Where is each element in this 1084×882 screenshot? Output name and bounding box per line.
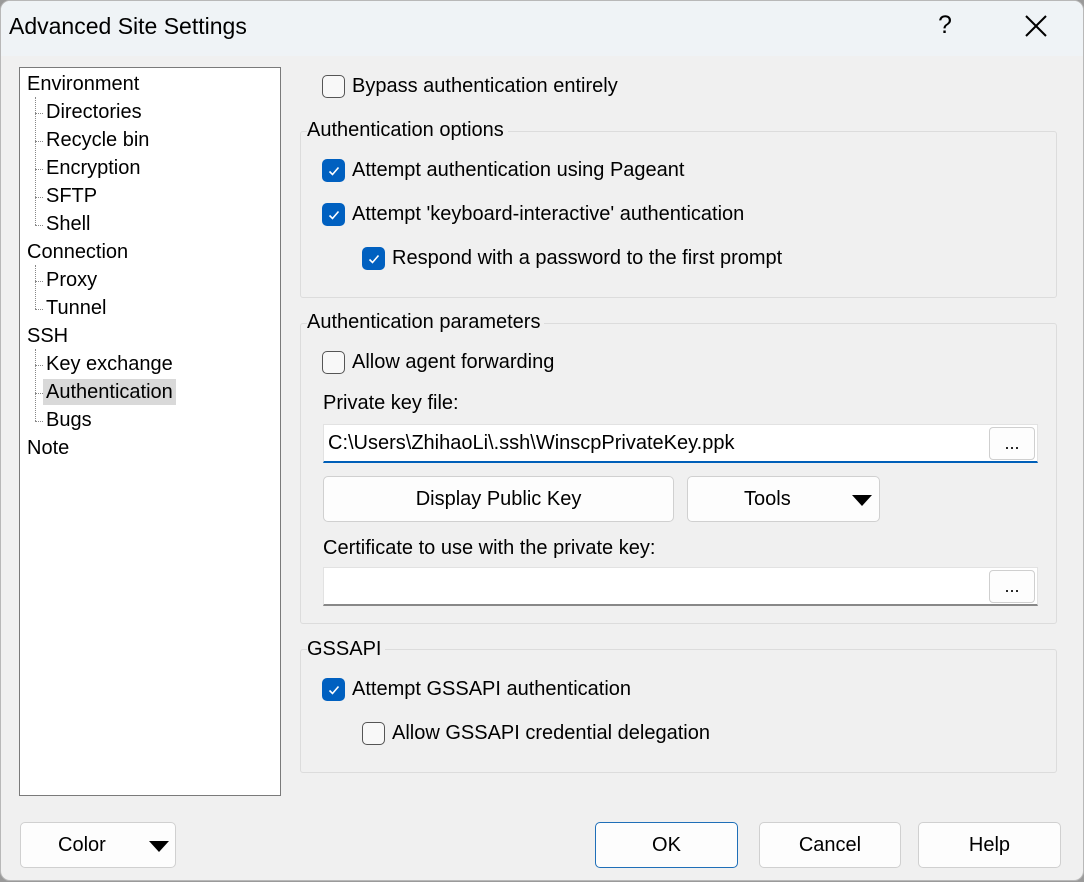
gssapi-delegation-label: Allow GSSAPI credential delegation	[392, 722, 710, 744]
tree-connector	[35, 265, 36, 309]
dropdown-arrow-icon	[149, 841, 169, 852]
auth-params-title: Authentication parameters	[307, 311, 545, 334]
tree-connector	[35, 281, 43, 282]
tree-connector	[35, 141, 43, 142]
help-label: Help	[968, 833, 1011, 856]
tree-item-note[interactable]: Note	[24, 435, 72, 461]
display-public-key-label: Display Public Key	[415, 487, 582, 510]
color-label: Color	[58, 833, 106, 856]
agent-forwarding-label: Allow agent forwarding	[352, 351, 555, 373]
tree-connector	[35, 421, 43, 422]
tree-connector	[35, 169, 43, 170]
tree-connector	[35, 225, 43, 226]
tree-item-encryption[interactable]: Encryption	[43, 155, 144, 181]
gssapi-group	[300, 649, 1057, 773]
private-key-input[interactable]	[323, 424, 1038, 463]
bypass-auth-label: Bypass authentication entirely	[352, 75, 618, 97]
checkbox-box	[322, 203, 345, 226]
close-icon	[1025, 15, 1047, 37]
tree-connector	[35, 113, 43, 114]
cancel-button[interactable]: Cancel	[759, 822, 901, 868]
tree-item-bugs[interactable]: Bugs	[43, 407, 95, 433]
keyboard-interactive-checkbox[interactable]: Attempt 'keyboard-interactive' authentic…	[322, 203, 744, 226]
tree-item-shell[interactable]: Shell	[43, 211, 93, 237]
advanced-site-settings-dialog: Advanced Site Settings ? Environment Dire…	[0, 0, 1084, 881]
tree-item-authentication[interactable]: Authentication	[43, 379, 176, 405]
tree-item-connection[interactable]: Connection	[24, 239, 131, 265]
help-button[interactable]: Help	[918, 822, 1061, 868]
tree-connector	[35, 197, 43, 198]
color-dropdown-button[interactable]: Color	[20, 822, 176, 868]
checkmark-icon	[328, 166, 339, 176]
close-button[interactable]	[1019, 12, 1053, 42]
agent-forwarding-checkbox[interactable]: Allow agent forwarding	[322, 351, 554, 374]
tree-item-proxy[interactable]: Proxy	[43, 267, 100, 293]
checkbox-box	[322, 351, 345, 374]
checkbox-box	[362, 247, 385, 270]
certificate-browse-button[interactable]: ...	[989, 570, 1035, 603]
checkbox-box	[322, 75, 345, 98]
certificate-label: Certificate to use with the private key:	[323, 537, 656, 559]
cancel-label: Cancel	[798, 833, 862, 856]
ok-label: OK	[652, 833, 681, 856]
title-bar: Advanced Site Settings ?	[1, 1, 1083, 56]
tree-connector	[35, 365, 43, 366]
gssapi-attempt-label: Attempt GSSAPI authentication	[352, 678, 632, 700]
certificate-input[interactable]	[323, 567, 1038, 606]
auth-options-title: Authentication options	[307, 119, 508, 142]
tree-connector	[35, 349, 36, 421]
tree-connector	[35, 393, 43, 394]
checkmark-icon	[368, 254, 379, 264]
window-title: Advanced Site Settings	[9, 13, 247, 39]
keyboard-interactive-label: Attempt 'keyboard-interactive' authentic…	[352, 203, 745, 225]
tree-item-environment[interactable]: Environment	[24, 71, 142, 97]
tree-connector	[35, 309, 43, 310]
tree-item-ssh[interactable]: SSH	[24, 323, 71, 349]
gssapi-title: GSSAPI	[307, 638, 386, 661]
checkbox-box	[322, 678, 345, 701]
pageant-checkbox[interactable]: Attempt authentication using Pageant	[322, 159, 684, 182]
checkbox-box	[362, 722, 385, 745]
tools-dropdown-button[interactable]: Tools	[687, 476, 880, 522]
tree-item-recycle-bin[interactable]: Recycle bin	[43, 127, 152, 153]
ok-button[interactable]: OK	[595, 822, 738, 868]
checkmark-icon	[328, 685, 339, 695]
dropdown-arrow-icon	[852, 495, 872, 506]
display-public-key-button[interactable]: Display Public Key	[323, 476, 674, 522]
settings-tree[interactable]: Environment Directories Recycle bin Encrypt…	[19, 67, 281, 796]
checkbox-box	[322, 159, 345, 182]
respond-password-checkbox[interactable]: Respond with a password to the first pro…	[362, 247, 782, 270]
tree-item-key-exchange[interactable]: Key exchange	[43, 351, 176, 377]
checkmark-icon	[328, 210, 339, 220]
gssapi-delegation-checkbox[interactable]: Allow GSSAPI credential delegation	[362, 722, 710, 745]
help-question-button[interactable]: ?	[931, 11, 959, 43]
tree-connector	[35, 97, 36, 225]
private-key-label: Private key file:	[323, 392, 459, 414]
pageant-label: Attempt authentication using Pageant	[352, 159, 685, 181]
private-key-browse-button[interactable]: ...	[989, 427, 1035, 460]
tree-item-directories[interactable]: Directories	[43, 99, 145, 125]
bypass-auth-checkbox[interactable]: Bypass authentication entirely	[322, 75, 618, 98]
gssapi-attempt-checkbox[interactable]: Attempt GSSAPI authentication	[322, 678, 631, 701]
tree-item-tunnel[interactable]: Tunnel	[43, 295, 109, 321]
tools-label: Tools	[744, 487, 791, 510]
respond-password-label: Respond with a password to the first pro…	[392, 247, 783, 269]
tree-item-sftp[interactable]: SFTP	[43, 183, 100, 209]
